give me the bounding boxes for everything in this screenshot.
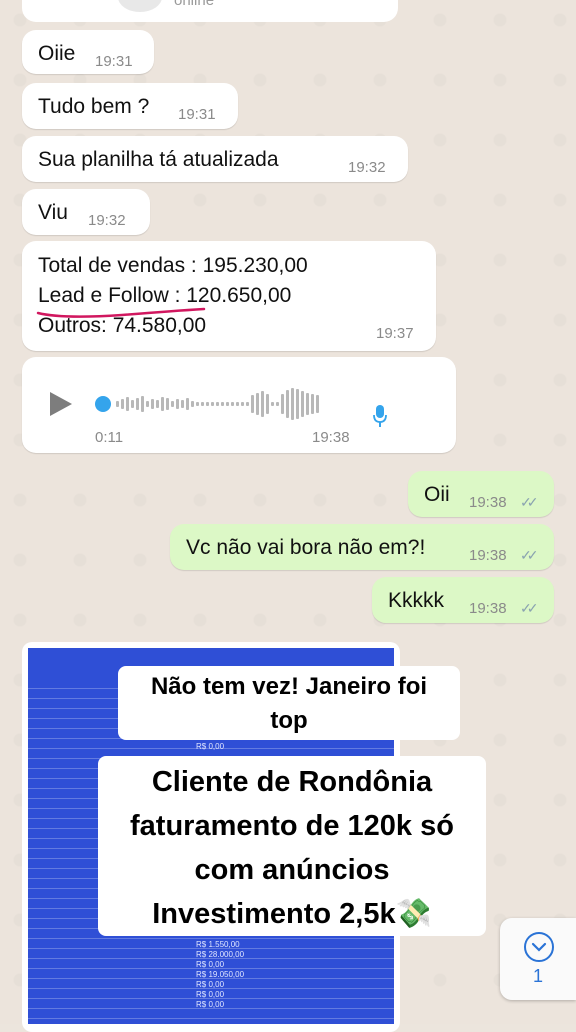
waveform-bar — [191, 401, 194, 407]
waveform-bar — [291, 388, 294, 420]
waveform-bar — [166, 398, 169, 410]
message-time: 19:37 — [376, 325, 414, 342]
chevron-down-icon — [524, 932, 554, 962]
message-bubble[interactable]: Oiie 19:31 — [22, 30, 154, 74]
waveform-bar — [226, 402, 229, 406]
message-bubble[interactable]: Tudo bem ? 19:31 — [22, 83, 238, 129]
waveform-bar — [261, 391, 264, 417]
sheet-cell: R$ 0,00 — [196, 1000, 225, 1009]
message-text: Oii — [424, 483, 450, 506]
message-time: 19:31 — [178, 106, 216, 123]
message-time: 19:38 — [469, 547, 507, 564]
playback-scrubber-handle[interactable] — [95, 396, 111, 412]
sheet-cell: R$ 0,00 — [196, 980, 225, 989]
caption-line: Cliente de Rondônia — [151, 766, 433, 798]
message-text: Kkkkk — [388, 589, 445, 612]
sheet-cell: R$ 0,00 — [196, 742, 225, 751]
waveform-bar — [121, 399, 124, 409]
waveform-bar — [161, 397, 164, 411]
waveform-bar — [136, 398, 139, 410]
read-receipt-icon: ✓✓ — [520, 600, 539, 616]
waveform-bar — [251, 395, 254, 413]
read-receipt-icon: ✓✓ — [520, 494, 539, 510]
waveform-bar — [156, 400, 159, 408]
unread-count: 1 — [532, 966, 543, 986]
voice-waveform[interactable] — [116, 386, 319, 422]
waveform-bar — [131, 400, 134, 408]
caption-line: Investimento 2,5k💸 — [152, 898, 432, 930]
waveform-bar — [171, 401, 174, 407]
waveform-bar — [316, 395, 319, 413]
message-time: 19:38 — [469, 600, 507, 617]
waveform-bar — [176, 399, 179, 409]
waveform-bar — [286, 390, 289, 418]
waveform-bar — [306, 393, 309, 415]
avatar — [118, 0, 162, 12]
waveform-bar — [231, 402, 234, 406]
waveform-bar — [281, 394, 284, 414]
message-text: Viu — [38, 201, 68, 224]
message-text: Vc não vai bora não em?! — [186, 536, 426, 559]
message-line-total: Total de vendas : 195.230,00 — [38, 254, 308, 277]
message-time: 19:38 — [469, 494, 507, 511]
previous-message-edge: online — [22, 0, 398, 22]
image-caption-2: Cliente de Rondônia faturamento de 120k … — [98, 756, 486, 936]
read-receipt-icon: ✓✓ — [520, 547, 539, 563]
waveform-bar — [141, 396, 144, 412]
sheet-row — [28, 1018, 394, 1024]
play-icon[interactable] — [50, 392, 72, 416]
message-bubble[interactable]: Viu 19:32 — [22, 189, 150, 235]
message-time: 19:31 — [95, 53, 133, 70]
waveform-bar — [206, 402, 209, 406]
waveform-bar — [221, 402, 224, 406]
waveform-bar — [216, 402, 219, 406]
caption-line: faturamento de 120k só — [130, 810, 454, 842]
waveform-bar — [186, 398, 189, 410]
message-bubble-outgoing[interactable]: Vc não vai bora não em?! 19:38 ✓✓ — [170, 524, 554, 570]
waveform-bar — [126, 397, 129, 411]
sheet-cell: R$ 28.000,00 — [196, 950, 245, 959]
caption-line: Não tem vez! Janeiro foi — [150, 673, 428, 700]
handwritten-underline — [36, 307, 206, 318]
sheet-cell: R$ 19.050,00 — [196, 970, 245, 979]
contact-status: online — [174, 0, 215, 9]
message-time: 19:38 — [312, 429, 350, 446]
caption-line: com anúncios — [194, 854, 390, 886]
message-time: 19:32 — [348, 159, 386, 176]
sheet-cell: R$ 0,00 — [196, 960, 225, 969]
sales-summary-message[interactable]: Total de vendas : 195.230,00 Lead e Foll… — [22, 241, 436, 351]
waveform-bar — [211, 402, 214, 406]
message-bubble-outgoing[interactable]: Oii 19:38 ✓✓ — [408, 471, 554, 517]
waveform-bar — [181, 400, 184, 408]
waveform-bar — [116, 401, 119, 407]
waveform-bar — [266, 394, 269, 414]
message-text: Oiie — [38, 42, 76, 65]
sheet-cell: R$ 1.550,00 — [196, 940, 240, 949]
sheet-cell: R$ 0,00 — [196, 990, 225, 999]
waveform-bar — [196, 402, 199, 406]
message-bubble-outgoing[interactable]: Kkkkk 19:38 ✓✓ — [372, 577, 554, 623]
waveform-bar — [151, 399, 154, 409]
caption-line: top — [270, 707, 308, 734]
message-text: Sua planilha tá atualizada — [38, 148, 279, 171]
waveform-bar — [201, 402, 204, 406]
image-caption-1: Não tem vez! Janeiro foi top — [118, 666, 460, 740]
waveform-bar — [256, 393, 259, 415]
waveform-bar — [271, 402, 274, 406]
message-time: 19:32 — [88, 212, 126, 229]
waveform-bar — [236, 402, 239, 406]
voice-duration: 0:11 — [95, 429, 124, 446]
waveform-bar — [296, 389, 299, 419]
message-text: Tudo bem ? — [38, 95, 150, 118]
waveform-bar — [276, 402, 279, 406]
waveform-bar — [246, 402, 249, 406]
microphone-icon — [373, 405, 387, 427]
scroll-to-bottom-button[interactable]: 1 — [500, 918, 576, 1000]
waveform-bar — [311, 394, 314, 414]
waveform-bar — [241, 402, 244, 406]
message-bubble[interactable]: Sua planilha tá atualizada 19:32 — [22, 136, 408, 182]
waveform-bar — [301, 391, 304, 417]
waveform-bar — [146, 401, 149, 407]
